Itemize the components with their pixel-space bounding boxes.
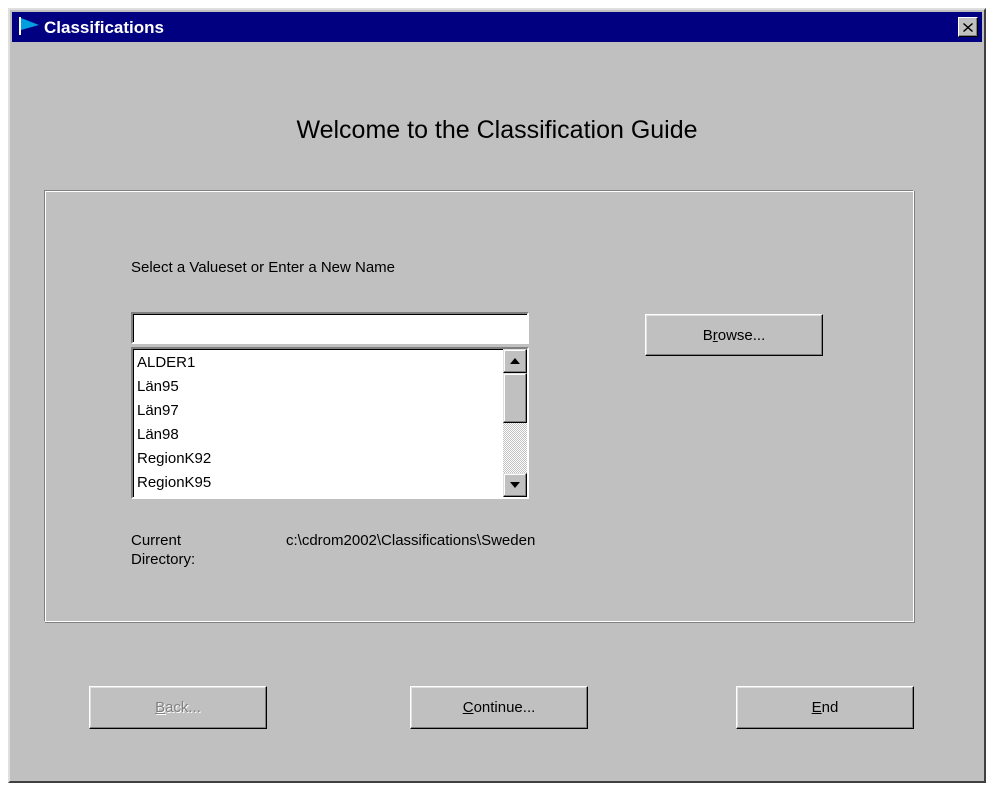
- end-button-label: End: [811, 699, 839, 716]
- classifications-window: Classifications Welcome to the Classific…: [8, 8, 986, 783]
- current-directory-label-line2: Directory:: [131, 551, 196, 568]
- app-flag-icon: [19, 17, 39, 35]
- scroll-up-button[interactable]: [503, 349, 527, 373]
- browse-button-label: Browse...: [702, 326, 766, 344]
- page-title: Welcome to the Classification Guide: [296, 116, 698, 144]
- back-button[interactable]: Back...: [89, 686, 267, 729]
- continue-button[interactable]: Continue...: [410, 686, 588, 729]
- list-item[interactable]: Län95: [135, 375, 503, 399]
- listbox-scrollbar[interactable]: [503, 349, 527, 497]
- current-directory-value: c:\cdrom2002\Classifications\Sweden: [286, 532, 536, 549]
- list-item[interactable]: Län98: [135, 423, 503, 447]
- arrow-down-icon: [510, 482, 520, 488]
- valueset-listbox[interactable]: ALDER1 Län95 Län97 Län98 RegionK92 Regio…: [131, 347, 529, 499]
- title-bar[interactable]: Classifications: [12, 12, 982, 42]
- close-button[interactable]: [958, 17, 978, 37]
- list-item[interactable]: Län97: [135, 399, 503, 423]
- close-icon: [963, 22, 973, 32]
- scroll-thumb[interactable]: [503, 373, 527, 423]
- continue-button-label: Continue...: [462, 699, 536, 716]
- window-title: Classifications: [44, 18, 164, 37]
- arrow-up-icon: [510, 358, 520, 364]
- scroll-down-button[interactable]: [503, 473, 527, 497]
- list-item[interactable]: RegionK92: [135, 447, 503, 471]
- list-item[interactable]: ALDER1: [135, 351, 503, 375]
- list-item[interactable]: RegionK95: [135, 471, 503, 495]
- current-directory-label: Current Directory:: [131, 531, 195, 569]
- browse-button[interactable]: Browse...: [645, 314, 823, 356]
- current-directory-label-line1: Current: [131, 532, 182, 549]
- valueset-name-input[interactable]: [131, 312, 529, 344]
- end-button[interactable]: End: [736, 686, 914, 729]
- valueset-prompt-label: Select a Valueset or Enter a New Name: [131, 259, 396, 276]
- back-button-label: Back...: [155, 699, 201, 716]
